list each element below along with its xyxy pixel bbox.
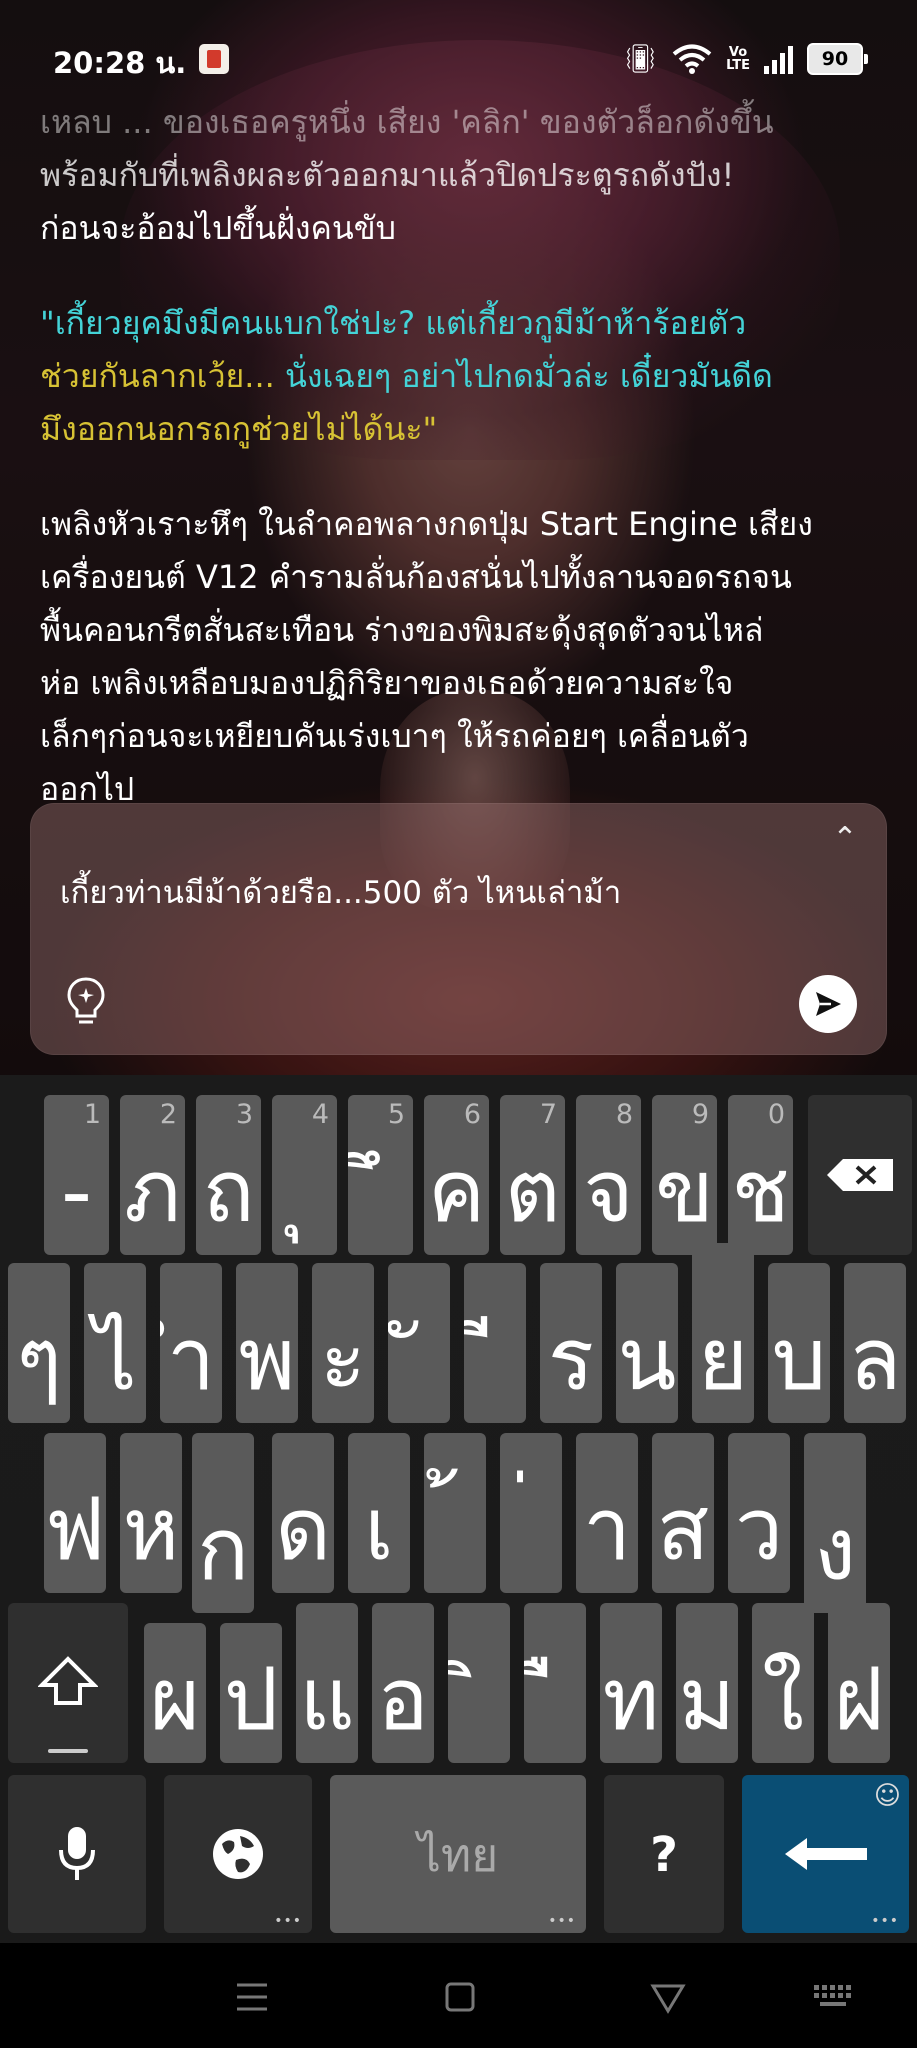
story-line: ก่อนจะอ้อมไปขึ้นฝั่งคนขับ xyxy=(40,209,396,247)
globe-icon xyxy=(213,1829,263,1879)
space-key[interactable]: ไทย ••• xyxy=(330,1775,586,1933)
more-dots-icon: ••• xyxy=(548,1913,576,1929)
key[interactable]: แ xyxy=(296,1603,358,1763)
key[interactable]: 0ช xyxy=(728,1095,793,1255)
key[interactable]: ื xyxy=(524,1603,586,1763)
home-nav-icon[interactable] xyxy=(440,1977,480,2017)
battery-icon: 90 xyxy=(807,42,868,75)
key[interactable]: ย xyxy=(692,1243,754,1423)
key[interactable]: 4ุ xyxy=(272,1095,337,1255)
key[interactable]: ว xyxy=(728,1433,790,1593)
key[interactable]: ไ xyxy=(84,1263,146,1423)
send-icon xyxy=(816,992,841,1016)
key[interactable]: ำ xyxy=(160,1263,222,1423)
key[interactable]: น xyxy=(616,1263,678,1423)
story-line: เพลิงหัวเราะหึๆ ในลำคอพลางกดปุ่ม Start E… xyxy=(40,505,813,543)
key[interactable]: ใ xyxy=(752,1603,814,1763)
shift-icon xyxy=(38,1656,98,1705)
message-composer: ⌃ เกี้ยวท่านมีม้าด้วยรือ...500 ตัว ไหนเล… xyxy=(30,803,887,1055)
key[interactable]: ป xyxy=(220,1623,282,1763)
key[interactable]: 9ข xyxy=(652,1095,717,1255)
vibrate-icon: 📳︎ xyxy=(622,42,659,75)
dialogue-line: มึงออกนอกรถกูช่วยไม่ได้นะ" xyxy=(40,403,890,456)
key[interactable]: ั xyxy=(388,1263,450,1423)
backspace-key[interactable] xyxy=(808,1095,912,1255)
keyboard-nav-icon[interactable] xyxy=(812,1977,856,2017)
key[interactable]: า xyxy=(576,1433,638,1593)
key[interactable]: 6ค xyxy=(424,1095,489,1255)
microphone-icon xyxy=(59,1827,95,1880)
key[interactable]: ห xyxy=(120,1433,182,1593)
key[interactable]: 7ต xyxy=(500,1095,565,1255)
emoji-icon[interactable]: ☺ xyxy=(874,1781,901,1811)
key[interactable]: ผ xyxy=(144,1623,206,1763)
shift-indicator xyxy=(48,1749,88,1753)
key[interactable]: ฟ xyxy=(44,1433,106,1593)
key[interactable]: ด xyxy=(272,1433,334,1593)
dialogue-text: ช่วยกันลากเว้ย... xyxy=(40,357,285,395)
enter-arrow-icon xyxy=(784,1838,867,1870)
key[interactable]: ๆ xyxy=(8,1263,70,1423)
key[interactable]: ง xyxy=(804,1433,866,1613)
enter-key[interactable]: ☺ ••• xyxy=(742,1775,909,1933)
key[interactable]: 1- xyxy=(44,1095,109,1255)
story-line: เล็กๆก่อนจะเหยียบคันเร่งเบาๆ ให้รถค่อยๆ … xyxy=(40,717,749,755)
key[interactable]: 3ถ xyxy=(196,1095,261,1255)
key[interactable]: ้ xyxy=(424,1433,486,1593)
key[interactable]: 2ภ xyxy=(120,1095,185,1255)
story-line-faded: เหลบ ... ของเธอครูหนึ่ง เสียง 'คลิก' ของ… xyxy=(40,103,774,141)
status-icons: 📳︎ Vo LTE 90 xyxy=(622,42,868,75)
key[interactable]: ล xyxy=(844,1263,906,1423)
key[interactable]: อ xyxy=(372,1603,434,1763)
message-input[interactable]: เกี้ยวท่านมีม้าด้วยรือ...500 ตัว ไหนเล่า… xyxy=(60,863,820,923)
key[interactable]: ม xyxy=(676,1603,738,1763)
status-time: 20:28 น. xyxy=(53,46,187,80)
key[interactable]: ะ xyxy=(312,1263,374,1423)
dialogue-text: มึงออกนอกรถกูช่วยไม่ได้นะ" xyxy=(40,410,438,448)
shift-key[interactable] xyxy=(8,1603,128,1763)
app-notification-icon xyxy=(199,44,229,74)
navigation-bar xyxy=(0,1943,917,2048)
back-nav-icon[interactable] xyxy=(648,1977,688,2017)
key[interactable]: บ xyxy=(768,1263,830,1423)
menu-nav-icon[interactable] xyxy=(232,1977,272,2017)
key[interactable]: ท xyxy=(600,1603,662,1763)
key[interactable]: 8จ xyxy=(576,1095,641,1255)
key[interactable]: ฝ xyxy=(828,1603,890,1763)
chevron-up-icon[interactable]: ⌃ xyxy=(831,824,859,854)
backspace-icon xyxy=(827,1159,893,1191)
key[interactable]: ่ xyxy=(500,1433,562,1593)
key[interactable]: ก xyxy=(192,1433,254,1613)
key[interactable]: 5ึ xyxy=(348,1095,413,1255)
key[interactable]: ส xyxy=(652,1433,714,1593)
dialogue-line: ช่วยกันลากเว้ย... นั่งเฉยๆ อย่าไปกดมั่วล… xyxy=(40,350,890,403)
volte-icon: Vo LTE xyxy=(726,44,750,73)
story-line: พร้อมกับที่เพลิงผละตัวออกมาแล้วปิดประตูร… xyxy=(40,156,735,194)
key[interactable]: ร xyxy=(540,1263,602,1423)
voice-input-key[interactable] xyxy=(8,1775,146,1933)
story-line: เครื่องยนต์ V12 คำรามลั่นก้องสนั่นไปทั้ง… xyxy=(40,558,792,596)
key[interactable]: พ xyxy=(236,1263,298,1423)
symbols-key[interactable]: ?123 xyxy=(604,1775,724,1933)
dialogue-text: นั่งเฉยๆ อย่าไปกดมั่วล่ะ เดี๋ยวมันดีด xyxy=(284,357,773,395)
key[interactable]: ิ xyxy=(448,1603,510,1763)
more-dots-icon: ••• xyxy=(871,1913,899,1929)
story-line: พื้นคอนกรีตสั่นสะเทือน ร่างของพิมสะดุ้งส… xyxy=(40,611,764,649)
dialogue-line: "เกี้ยวยุคมึงมีคนแบกใช่ปะ? แต่เกี้ยวกูมี… xyxy=(40,297,890,350)
language-key[interactable]: ••• xyxy=(164,1775,312,1933)
send-button[interactable] xyxy=(799,975,857,1033)
key[interactable]: ี xyxy=(464,1263,526,1423)
dialogue-text: "เกี้ยวยุคมึงมีคนแบกใช่ปะ? แต่เกี้ยวกูมี… xyxy=(40,304,747,342)
story-content: เหลบ ... ของเธอครูหนึ่ง เสียง 'คลิก' ของ… xyxy=(40,96,890,816)
signal-icon xyxy=(764,44,793,74)
lightbulb-icon[interactable] xyxy=(64,975,108,1027)
more-dots-icon: ••• xyxy=(274,1913,302,1929)
wifi-icon xyxy=(672,44,712,74)
story-line: ห่อ เพลิงเหลือบมองปฏิกิริยาของเธอด้วยควา… xyxy=(40,664,734,702)
thai-keyboard: 1- 2ภ 3ถ 4ุ 5ึ 6ค 7ต 8จ 9ข 0ช ๆ ไ ำ พ ะ … xyxy=(0,1075,917,1943)
key[interactable]: เ xyxy=(348,1433,410,1593)
